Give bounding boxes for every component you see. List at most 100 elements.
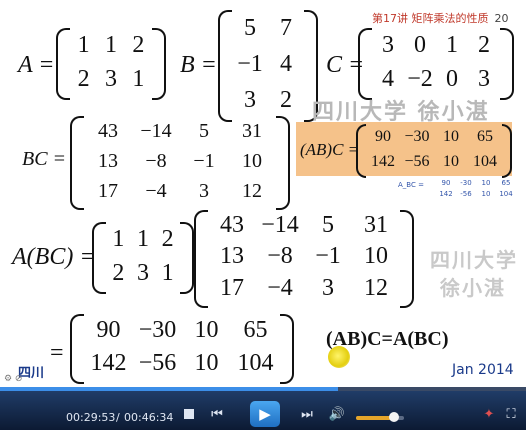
matrix-cell: 4 <box>280 50 292 77</box>
matrix-cell: −30 <box>404 127 430 145</box>
matrix-cell: −14 <box>261 212 299 239</box>
matrix-cell: 12 <box>242 179 262 202</box>
lecture-title: 第17讲 矩阵乘法的性质 <box>372 12 489 25</box>
matrix-cell: 43 <box>98 119 118 142</box>
pointer-highlight-icon <box>328 346 350 368</box>
matrix-cell: 5 <box>199 119 209 142</box>
settings-icon[interactable]: ✦ <box>478 403 500 425</box>
matrix-cell: 104 <box>237 350 274 376</box>
matrix-cell: 1 <box>104 31 117 58</box>
matrix-cell: 90 <box>441 178 451 187</box>
matrix-cell: 65 <box>501 178 511 187</box>
matrix-cell: 7 <box>280 14 292 41</box>
label-BC: BC = <box>22 148 67 170</box>
fullscreen-icon[interactable]: ⛶ <box>500 403 522 425</box>
previous-icon[interactable]: ⏮ <box>206 403 228 425</box>
matrix-cell: −4 <box>267 274 293 301</box>
matrix-A: 112231 <box>56 28 166 100</box>
matrix-cell: 0 <box>446 65 458 92</box>
time-total: 00:46:34 <box>124 411 174 424</box>
matrix-cell: 10 <box>364 243 388 270</box>
matrix-cell: −1 <box>237 50 263 77</box>
matrix-B: 5 7 −1 4 3 2 <box>218 10 318 122</box>
matrix-cell: 1 <box>446 31 458 58</box>
time-separator: / <box>116 411 120 424</box>
matrix-cell: 5 <box>244 14 256 41</box>
watermark-side-2: 徐小湛 <box>440 276 506 300</box>
label-ABC: (AB)C = <box>300 140 360 159</box>
matrix-cell: −2 <box>407 65 433 92</box>
matrix-cell: 4 <box>382 65 394 92</box>
stop-icon[interactable] <box>178 403 200 425</box>
matrix-cell: 3 <box>199 179 209 202</box>
watermark-side-1: 四川大学 <box>430 248 518 272</box>
matrix-cell: 2 <box>161 225 174 252</box>
matrix-cell: 142 <box>90 350 127 376</box>
matrix-cell: 10 <box>194 350 219 376</box>
matrix-C: 3 0 1 2 4 −2 0 3 <box>358 28 514 100</box>
matrix-cell: −4 <box>145 179 167 202</box>
matrix-cell: 31 <box>242 119 262 142</box>
seek-bar[interactable] <box>0 387 526 391</box>
matrix-cell: 2 <box>112 259 125 286</box>
matrix-cell: −56 <box>138 350 177 376</box>
matrix-cell: 3 <box>478 65 490 92</box>
matrix-cell: 10 <box>443 152 459 170</box>
matrix-cell: 3 <box>244 86 256 113</box>
date-label: Jan 2014 <box>452 362 514 378</box>
matrix-cell: 2 <box>478 31 490 58</box>
matrix-cell: 65 <box>477 127 493 145</box>
slide-header: 第17讲 矩阵乘法的性质 20 <box>372 10 509 26</box>
matrix-cell: 12 <box>364 274 388 301</box>
video-frame[interactable]: 第17讲 矩阵乘法的性质 20 A = 112231 B = 5 7 −1 4 3 2 C … <box>0 0 526 387</box>
matrix-cell: 10 <box>481 178 491 187</box>
matrix-cell: 17 <box>220 274 244 301</box>
matrix-cell: 31 <box>364 212 388 239</box>
matrix-cell: 1 <box>136 225 149 252</box>
matrix-cell: 10 <box>443 127 459 145</box>
matrix-cell: 1 <box>77 31 90 58</box>
matrix-cell: 17 <box>98 179 118 202</box>
matrix-cell: −56 <box>404 152 430 170</box>
matrix-cell: 1 <box>112 225 125 252</box>
play-icon[interactable]: ▶ <box>250 401 280 427</box>
matrix-cell: 90 <box>375 127 391 145</box>
matrix-A-second: 112231 <box>92 222 194 294</box>
matrix-cell: 3 <box>136 259 149 286</box>
matrix-ABC: 90 −30 10 65 142 −56 10 104 <box>356 124 512 178</box>
matrix-cell: 3 <box>382 31 394 58</box>
matrix-BC: 43 −14 5 31 13 −8 −1 10 17 −4 3 12 <box>70 116 290 210</box>
matrix-cell: 10 <box>194 317 219 343</box>
matrix-cell: 1 <box>161 259 174 286</box>
page-number: 20 <box>494 12 509 25</box>
matrix-cell: −8 <box>145 149 167 172</box>
matrix-cell: 142 <box>371 152 395 170</box>
matrix-cell: −14 <box>140 119 172 142</box>
matrix-BC-second: 43 −14 5 31 13 −8 −1 10 17 −4 3 12 <box>194 210 414 308</box>
matrix-cell: 0 <box>414 31 426 58</box>
volume-icon[interactable]: 🔊 <box>326 403 348 425</box>
label-A: A = <box>18 52 55 78</box>
matrix-cell: 5 <box>322 212 334 239</box>
label-B: B = <box>180 52 217 78</box>
matrix-cell: 3 <box>322 274 334 301</box>
volume-slider[interactable] <box>356 412 404 422</box>
matrix-cell: 3 <box>104 65 117 92</box>
matrix-cell: 65 <box>243 317 268 343</box>
matrix-cell: −8 <box>267 243 293 270</box>
label-A-BC: A(BC) = <box>12 244 96 270</box>
matrix-cell: −1 <box>193 149 215 172</box>
matrix-cell: 104 <box>473 152 497 170</box>
overlay-icons: ⚙ ⊘ <box>4 374 23 384</box>
matrix-cell: 43 <box>220 212 244 239</box>
matrix-cell: 104 <box>499 189 513 198</box>
matrix-cell: 10 <box>481 189 491 198</box>
matrix-cell: −1 <box>315 243 341 270</box>
matrix-cell: 13 <box>220 243 244 270</box>
matrix-cell: -56 <box>460 189 472 198</box>
matrix-cell: 2 <box>280 86 292 113</box>
matrix-cell: 2 <box>77 65 90 92</box>
matrix-cell: 90 <box>96 317 121 343</box>
time-current: 00:29:53 <box>66 411 116 424</box>
next-icon[interactable]: ⏭ <box>296 403 318 425</box>
